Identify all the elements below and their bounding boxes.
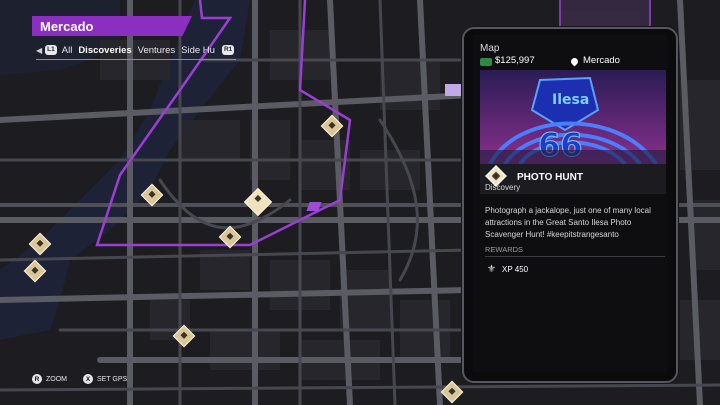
current-location: Mercado [583,55,620,66]
x-button-icon: X [83,374,93,384]
fleur-de-lis-icon: ⚜ [487,264,496,275]
rewards-heading: REWARDS [485,245,524,254]
region-name: Mercado [40,19,94,34]
card-description: Photograph a jackalope, just one of many… [485,206,651,239]
svg-text:Ilesa: Ilesa [552,92,589,108]
card-title: PHOTO HUNT [517,172,583,183]
map-screen: Mercado ◀ L1 All Discoveries Ventures Si… [0,0,720,405]
location-pin-icon [569,56,580,67]
set-gps-prompt[interactable]: X SET GPS [83,374,127,384]
filter-divider [36,59,236,60]
money-icon [480,58,492,66]
l1-button-icon[interactable]: L1 [45,45,57,55]
r1-button-icon[interactable]: R1 [221,45,235,55]
filter-tabs: ◀ L1 All Discoveries Ventures Side Hu R1 [36,42,239,58]
tab-side-hustles[interactable]: Side Hu [181,45,215,56]
tab-all[interactable]: All [62,45,73,56]
tab-discoveries[interactable]: Discoveries [78,45,131,56]
control-prompts: R ZOOM X SET GPS [32,374,127,384]
phone-panel: Map $125,997 Mercado Ilesa 66 PHOTO HUNT… [462,27,678,383]
tab-ventures[interactable]: Ventures [138,45,176,56]
xp-reward: XP 450 [502,265,529,274]
phone-screen: Map $125,997 Mercado Ilesa 66 PHOTO HUNT… [473,35,667,372]
rewards-divider [485,256,665,257]
photo-hunt-image: Ilesa 66 [480,70,666,164]
set-gps-label: SET GPS [97,375,128,383]
app-title: Map [480,43,500,54]
card-category: Discovery [485,183,521,192]
zoom-label: ZOOM [46,375,67,383]
money-balance: $125,997 [495,55,535,66]
zoom-prompt[interactable]: R ZOOM [32,374,67,384]
chevron-left-icon: ◀ [36,45,43,55]
r-stick-button-icon: R [32,374,42,384]
